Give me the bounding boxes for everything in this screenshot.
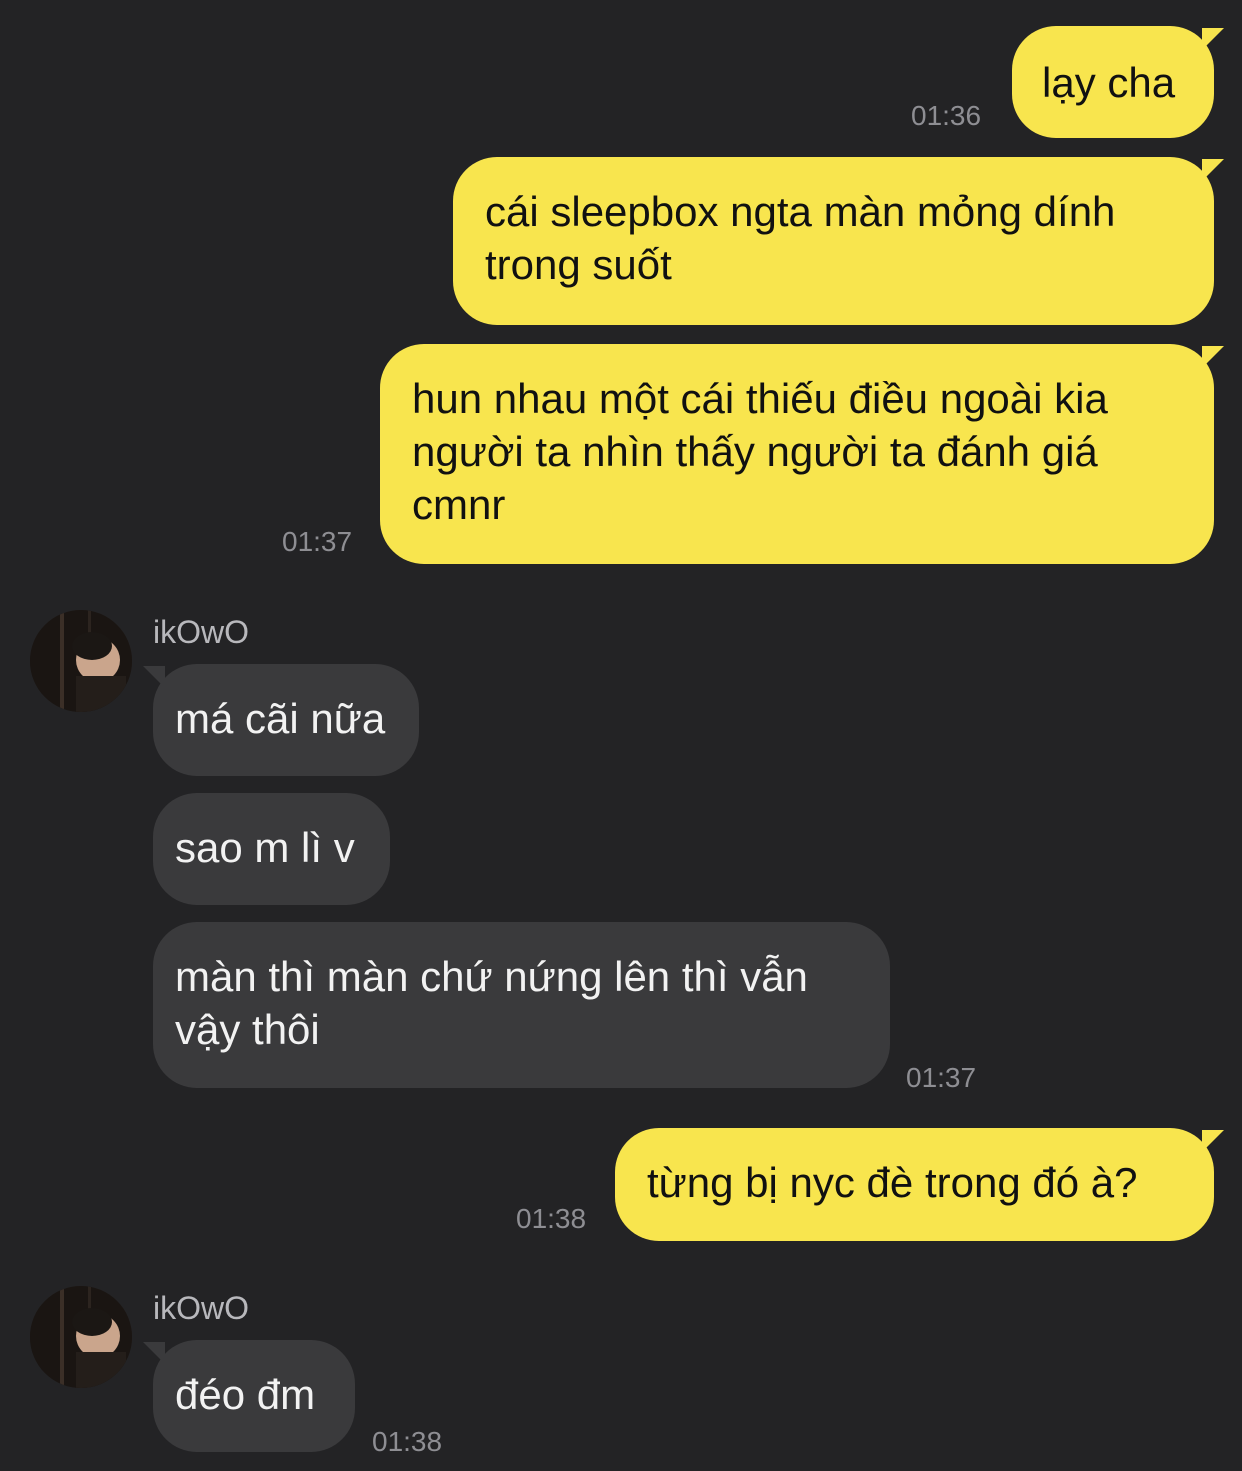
sender-name: ikOwO bbox=[153, 1290, 249, 1326]
message-bubble-incoming[interactable]: sao m lì v bbox=[153, 793, 390, 905]
avatar[interactable] bbox=[30, 610, 132, 712]
message-time: 01:37 bbox=[282, 526, 353, 557]
message-time: 01:36 bbox=[911, 100, 982, 131]
message-bubble-incoming[interactable]: má cãi nữa bbox=[143, 664, 419, 776]
avatar-image-icon bbox=[30, 610, 132, 712]
avatar-image-icon bbox=[30, 1286, 132, 1388]
message-bubble-outgoing[interactable]: từng bị nyc đè trong đó à? bbox=[615, 1128, 1224, 1241]
sender-name: ikOwO bbox=[153, 614, 249, 650]
message-bubble-incoming[interactable]: màn thì màn chứ nứng lên thì vẫn vậy thô… bbox=[153, 922, 890, 1088]
message-time: 01:37 bbox=[906, 1062, 977, 1093]
message-bubble-outgoing[interactable]: cái sleepbox ngta màn mỏng dính trong su… bbox=[453, 157, 1224, 325]
message-bubble-incoming[interactable]: đéo đm bbox=[143, 1340, 355, 1452]
message-bubble-outgoing[interactable]: hun nhau một cái thiếu điều ngoài kia ng… bbox=[380, 344, 1224, 564]
message-time: 01:38 bbox=[516, 1203, 587, 1234]
avatar[interactable] bbox=[30, 1286, 132, 1388]
message-bubble-outgoing[interactable]: lạy cha bbox=[1012, 26, 1224, 138]
message-time: 01:38 bbox=[372, 1426, 443, 1457]
